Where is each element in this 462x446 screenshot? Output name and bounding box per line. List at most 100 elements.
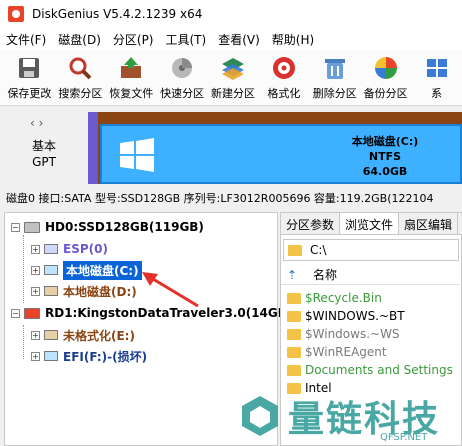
partition-icon (44, 265, 58, 275)
path-bar[interactable]: C:\ (283, 239, 459, 261)
tab-sector-edit[interactable]: 扇区编辑 (399, 213, 459, 234)
menu-file[interactable]: 文件(F) (6, 31, 46, 48)
pinwheel-icon (372, 54, 400, 82)
recover-box-icon (117, 54, 145, 82)
format-wheel-icon (270, 54, 298, 82)
file-name: $WinREAgent (305, 345, 387, 359)
folder-icon (287, 292, 301, 304)
tree-item-esp-label: ESP(0) (63, 242, 108, 256)
new-partition-button[interactable]: 新建分区 (208, 50, 259, 106)
tree-item-disk0[interactable]: − HD0:SSD128GB(119GB) (11, 217, 204, 237)
watermark-logo-icon (242, 396, 278, 436)
recover-files-label: 恢复文件 (109, 87, 154, 100)
folder-icon (287, 346, 301, 358)
file-row[interactable]: $WINDOWS.~BT (287, 307, 405, 325)
window-title: DiskGenius V5.4.2.1239 x64 (32, 7, 203, 21)
c-partition-name: 本地磁盘(C:) (351, 135, 419, 148)
path-text: C:\ (310, 243, 327, 257)
name-column-label: 名称 (313, 268, 338, 282)
quick-partition-button[interactable]: 快速分区 (157, 50, 208, 106)
tree-item-d-label: 本地磁盘(D:) (63, 284, 137, 299)
menu-tools[interactable]: 工具(T) (166, 31, 207, 48)
backup-partition-label: 备份分区 (363, 87, 408, 100)
c-partition-info: 本地磁盘(C:) NTFS 64.0GB (330, 134, 440, 179)
c-partition-size: 64.0GB (362, 165, 408, 178)
menu-view[interactable]: 查看(V) (218, 31, 260, 48)
disk-type-label: 基本 GPT (18, 138, 70, 170)
folder-icon (287, 310, 301, 322)
disk-type-line1: 基本 (31, 139, 56, 153)
menu-disk[interactable]: 磁盘(D) (58, 31, 101, 48)
tree-item-esp[interactable]: + ESP(0) (31, 239, 108, 259)
name-column-header[interactable]: ⇡ 名称 (281, 265, 462, 285)
quick-partition-label: 快速分区 (160, 87, 205, 100)
tree-item-f[interactable]: + EFI(F:)-(损坏) (31, 346, 147, 366)
expand-icon[interactable]: + (31, 265, 40, 275)
file-name: $Windows.~WS (305, 327, 400, 341)
partition-icon (44, 330, 58, 340)
disk-info-line: 磁盘0 接口:SATA 型号:SSD128GB 序列号:LF3012R00569… (0, 190, 462, 208)
file-name: Documents and Settings (305, 363, 453, 377)
trash-icon (321, 54, 349, 82)
partition-icon (44, 244, 58, 254)
partition-icon (44, 286, 58, 296)
file-name: $WINDOWS.~BT (305, 309, 405, 323)
tree-item-e-label: 未格式化(E:) (63, 328, 135, 343)
expand-icon[interactable]: + (31, 286, 40, 296)
delete-partition-button[interactable]: 删除分区 (309, 50, 360, 106)
disk-tree: − HD0:SSD128GB(119GB) + ESP(0) + 本地磁盘(C:… (4, 212, 292, 446)
file-row[interactable]: $WinREAgent (287, 343, 387, 361)
up-arrow-icon[interactable]: ⇡ (287, 268, 299, 282)
tab-partition-params[interactable]: 分区参数 (281, 213, 341, 234)
tree-item-f-label: EFI(F:)-(损坏) (63, 349, 148, 364)
tree-item-d[interactable]: + 本地磁盘(D:) (31, 281, 137, 301)
app-logo-icon (8, 6, 24, 22)
save-icon (15, 54, 43, 82)
folder-icon (288, 244, 302, 256)
recover-files-button[interactable]: 恢复文件 (106, 50, 157, 106)
tree-item-e[interactable]: + 未格式化(E:) (31, 325, 135, 345)
usb-drive-icon (24, 307, 40, 319)
menu-bar: 文件(F) 磁盘(D) 分区(P) 工具(T) 查看(V) 帮助(H) (0, 28, 462, 50)
file-name: $Recycle.Bin (305, 291, 382, 305)
backup-partition-button[interactable]: 备份分区 (360, 50, 411, 106)
search-partition-label: 搜索分区 (58, 87, 103, 100)
collapse-icon[interactable]: − (11, 308, 20, 318)
system-migration-button[interactable]: 系 (411, 50, 462, 106)
hard-drive-icon (24, 221, 40, 233)
title-bar: DiskGenius V5.4.2.1239 x64 (0, 0, 462, 28)
file-row[interactable]: Documents and Settings (287, 361, 453, 379)
tree-item-c[interactable]: + 本地磁盘(C:) (31, 260, 142, 280)
layers-icon (219, 54, 247, 82)
c-partition-fs: NTFS (368, 150, 402, 163)
format-button[interactable]: 格式化 (258, 50, 309, 106)
esp-partition-block[interactable] (88, 112, 98, 184)
folder-icon (287, 364, 301, 376)
toolbar: 保存更改 搜索分区 恢复文件 快速分区 新建分区 格式化 删除分区 备份分区 系 (0, 50, 462, 106)
file-row[interactable]: $Recycle.Bin (287, 289, 382, 307)
file-row[interactable]: $Windows.~WS (287, 325, 400, 343)
watermark-url: QFSP.NET (380, 432, 428, 443)
search-partition-button[interactable]: 搜索分区 (55, 50, 106, 106)
expand-icon[interactable]: + (31, 244, 40, 254)
detail-tabs: 分区参数 浏览文件 扇区编辑 (281, 213, 462, 235)
disk-map: ‹ › 基本 GPT 本地磁盘(C:) NTFS 64.0GB (0, 108, 462, 188)
format-label: 格式化 (267, 87, 301, 100)
menu-partition[interactable]: 分区(P) (113, 31, 154, 48)
expand-icon[interactable]: + (31, 351, 40, 361)
system-migration-label: 系 (431, 87, 443, 100)
save-changes-button[interactable]: 保存更改 (4, 50, 55, 106)
tree-item-disk0-label: HD0:SSD128GB(119GB) (45, 220, 204, 234)
tab-browse-files[interactable]: 浏览文件 (340, 213, 400, 234)
expand-icon[interactable]: + (31, 330, 40, 340)
disk-nav-arrows[interactable]: ‹ › (30, 116, 43, 130)
collapse-icon[interactable]: − (11, 222, 20, 232)
partition-icon (44, 351, 58, 361)
folder-icon (287, 328, 301, 340)
disk-type-line2: GPT (32, 155, 56, 169)
menu-help[interactable]: 帮助(H) (272, 31, 314, 48)
save-changes-label: 保存更改 (7, 87, 52, 100)
windows-logo-icon (120, 138, 154, 175)
new-partition-label: 新建分区 (211, 87, 255, 100)
delete-partition-label: 删除分区 (312, 87, 357, 100)
